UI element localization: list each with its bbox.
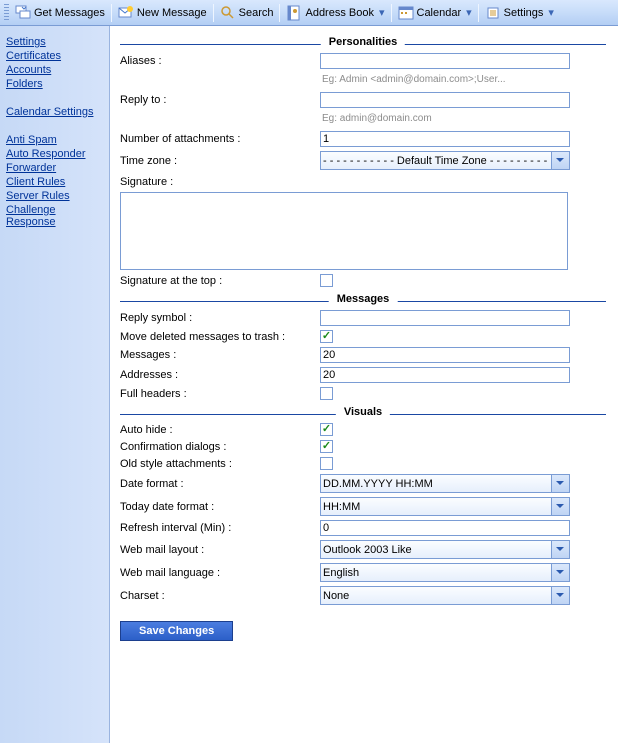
- sidebar-item-server-rules[interactable]: Server Rules: [6, 190, 103, 202]
- toolbar-separator: [279, 4, 280, 22]
- settings-button[interactable]: Settings ▾: [481, 3, 558, 23]
- calendar-button[interactable]: Calendar ▾: [394, 3, 476, 23]
- main-area: Settings Certificates Accounts Folders C…: [0, 26, 618, 743]
- address-book-button[interactable]: Address Book ▾: [282, 3, 388, 23]
- full-headers-label: Full headers :: [120, 388, 320, 400]
- section-title: Personalities: [321, 36, 405, 48]
- section-personalities: Personalities: [120, 44, 606, 45]
- signature-top-checkbox[interactable]: [320, 274, 333, 287]
- signature-top-label: Signature at the top :: [120, 275, 320, 287]
- sidebar-item-folders[interactable]: Folders: [6, 78, 103, 90]
- old-attachments-label: Old style attachments :: [120, 458, 320, 470]
- toolbar-separator: [111, 4, 112, 22]
- reply-to-input[interactable]: [320, 92, 570, 108]
- address-book-label: Address Book: [305, 7, 373, 19]
- signature-label: Signature :: [120, 174, 320, 188]
- language-label: Web mail language :: [120, 567, 320, 579]
- content: Personalities Aliases : Eg: Admin <admin…: [110, 26, 618, 743]
- sidebar-item-client-rules[interactable]: Client Rules: [6, 176, 103, 188]
- sidebar-item-forwarder[interactable]: Forwarder: [6, 162, 103, 174]
- toolbar-grip[interactable]: [4, 4, 9, 22]
- search-label: Search: [239, 7, 274, 19]
- new-message-icon: [118, 5, 134, 21]
- timezone-select-wrap: - - - - - - - - - - - Default Time Zone …: [320, 151, 570, 170]
- address-book-icon: [286, 5, 302, 21]
- sidebar: Settings Certificates Accounts Folders C…: [0, 26, 110, 743]
- section-title: Messages: [329, 293, 398, 305]
- charset-label: Charset :: [120, 590, 320, 602]
- sidebar-item-certificates[interactable]: Certificates: [6, 50, 103, 62]
- search-icon: [220, 5, 236, 21]
- sidebar-item-accounts[interactable]: Accounts: [6, 64, 103, 76]
- calendar-label: Calendar: [417, 7, 462, 19]
- toolbar-separator: [213, 4, 214, 22]
- new-message-label: New Message: [137, 7, 207, 19]
- layout-label: Web mail layout :: [120, 544, 320, 556]
- date-format-label: Date format :: [120, 478, 320, 490]
- today-format-select[interactable]: HH:MM: [320, 497, 570, 516]
- addresses-count-input[interactable]: [320, 367, 570, 383]
- sidebar-item-anti-spam[interactable]: Anti Spam: [6, 134, 103, 146]
- aliases-hint: Eg: Admin <admin@domain.com>;User...: [320, 73, 606, 88]
- reply-symbol-label: Reply symbol :: [120, 312, 320, 324]
- move-trash-checkbox[interactable]: [320, 330, 333, 343]
- refresh-interval-label: Refresh interval (Min) :: [120, 522, 320, 534]
- refresh-interval-input[interactable]: [320, 520, 570, 536]
- settings-icon: [485, 5, 501, 21]
- search-button[interactable]: Search: [216, 3, 278, 23]
- timezone-select[interactable]: - - - - - - - - - - - Default Time Zone …: [320, 151, 570, 170]
- toolbar: Get Messages New Message Search Address …: [0, 0, 618, 26]
- section-visuals: Visuals: [120, 414, 606, 415]
- num-attachments-input[interactable]: [320, 131, 570, 147]
- charset-select[interactable]: None: [320, 586, 570, 605]
- language-select[interactable]: English: [320, 563, 570, 582]
- sidebar-item-calendar-settings[interactable]: Calendar Settings: [6, 106, 103, 118]
- sidebar-item-settings[interactable]: Settings: [6, 36, 103, 48]
- sidebar-item-challenge-response[interactable]: Challenge Response: [6, 204, 103, 228]
- messages-count-input[interactable]: [320, 347, 570, 363]
- signature-textarea[interactable]: [120, 192, 568, 270]
- chevron-down-icon: ▾: [379, 6, 385, 19]
- auto-hide-checkbox[interactable]: [320, 423, 333, 436]
- section-title: Visuals: [336, 406, 390, 418]
- reply-to-hint: Eg: admin@domain.com: [320, 112, 606, 127]
- today-format-label: Today date format :: [120, 501, 320, 513]
- chevron-down-icon: ▾: [466, 6, 472, 19]
- auto-hide-label: Auto hide :: [120, 424, 320, 436]
- num-attachments-label: Number of attachments :: [120, 133, 320, 145]
- settings-label: Settings: [504, 7, 544, 19]
- section-messages: Messages: [120, 301, 606, 302]
- reply-symbol-input[interactable]: [320, 310, 570, 326]
- addresses-count-label: Addresses :: [120, 369, 320, 381]
- aliases-input[interactable]: [320, 53, 570, 69]
- chevron-down-icon: ▾: [548, 6, 554, 19]
- date-format-select[interactable]: DD.MM.YYYY HH:MM: [320, 474, 570, 493]
- toolbar-separator: [478, 4, 479, 22]
- messages-count-label: Messages :: [120, 349, 320, 361]
- toolbar-separator: [391, 4, 392, 22]
- full-headers-checkbox[interactable]: [320, 387, 333, 400]
- move-trash-label: Move deleted messages to trash :: [120, 331, 320, 343]
- get-messages-button[interactable]: Get Messages: [11, 3, 109, 23]
- old-attachments-checkbox[interactable]: [320, 457, 333, 470]
- reply-to-label: Reply to :: [120, 94, 320, 106]
- layout-select[interactable]: Outlook 2003 Like: [320, 540, 570, 559]
- confirm-dialogs-checkbox[interactable]: [320, 440, 333, 453]
- sidebar-item-auto-responder[interactable]: Auto Responder: [6, 148, 103, 160]
- confirm-dialogs-label: Confirmation dialogs :: [120, 441, 320, 453]
- calendar-icon: [398, 5, 414, 21]
- get-messages-icon: [15, 5, 31, 21]
- save-changes-button[interactable]: Save Changes: [120, 621, 233, 641]
- get-messages-label: Get Messages: [34, 7, 105, 19]
- new-message-button[interactable]: New Message: [114, 3, 211, 23]
- aliases-label: Aliases :: [120, 55, 320, 67]
- timezone-label: Time zone :: [120, 155, 320, 167]
